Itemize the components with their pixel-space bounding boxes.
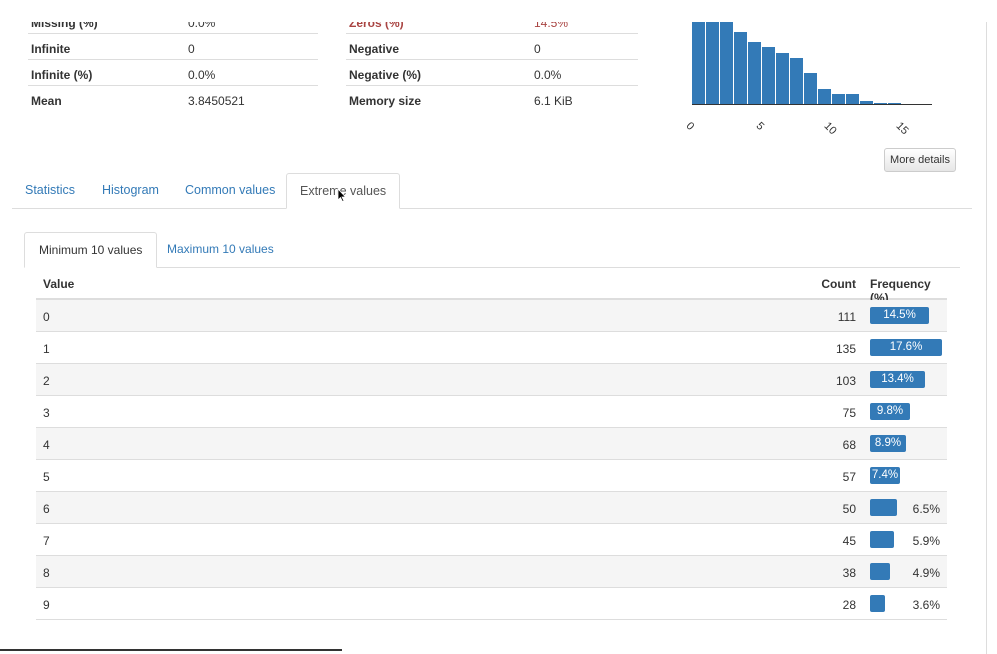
- frequency-label: 4.9%: [912, 566, 940, 580]
- row-value: 7: [43, 534, 50, 548]
- row-value: 6: [43, 502, 50, 516]
- frequency-bar: [870, 563, 890, 580]
- mini-histogram: [692, 22, 932, 104]
- table-row: 6 50 6.5%: [36, 492, 947, 524]
- frequency-bar: 9.8%: [870, 403, 910, 420]
- table-row: 7 45 5.9%: [36, 524, 947, 556]
- detail-tabs: Statistics Histogram Common values Extre…: [12, 173, 972, 209]
- stat-value: 0: [188, 42, 195, 56]
- frequency-label: 5.9%: [912, 534, 940, 548]
- table-row: 1 135 17.6%: [36, 332, 947, 364]
- histogram-tick-label: 5: [753, 120, 767, 133]
- frequency-label: 3.6%: [912, 598, 940, 612]
- row-count: 38: [842, 566, 856, 580]
- table-row: 5 57 7.4%: [36, 460, 947, 492]
- row-count: 103: [835, 374, 856, 388]
- table-row: 3 75 9.8%: [36, 396, 947, 428]
- table-row: 0 111 14.5%: [36, 300, 947, 332]
- row-count: 45: [842, 534, 856, 548]
- stat-row-negative-pct: Negative (%) 0.0%: [346, 60, 638, 86]
- frequency-bar: [870, 499, 897, 516]
- stat-row-negative: Negative 0: [346, 34, 638, 60]
- row-count: 57: [842, 470, 856, 484]
- row-value: 4: [43, 438, 50, 452]
- frequency-bar: [870, 595, 885, 612]
- row-count: 50: [842, 502, 856, 516]
- row-value: 2: [43, 374, 50, 388]
- table-header: Value Count Frequency (%): [36, 267, 947, 305]
- frequency-bar: 14.5%: [870, 307, 929, 324]
- header-count: Count: [821, 277, 856, 291]
- row-count: 111: [837, 310, 856, 324]
- row-count: 68: [842, 438, 856, 452]
- stat-row-mean: Mean 3.8450521: [28, 86, 318, 111]
- table-row: 9 28 3.6%: [36, 588, 947, 620]
- row-count: 75: [842, 406, 856, 420]
- table-row: 8 38 4.9%: [36, 556, 947, 588]
- histogram-bar: [790, 58, 803, 104]
- row-value: 5: [43, 470, 50, 484]
- row-value: 9: [43, 598, 50, 612]
- histogram-bar: [776, 53, 789, 104]
- histogram-bar: [846, 94, 859, 104]
- histogram-tick-label: 0: [683, 120, 697, 133]
- stat-label: Memory size: [349, 94, 422, 108]
- frequency-bar: [870, 531, 894, 548]
- histogram-bar: [748, 41, 761, 104]
- extreme-values-table: Value Count Frequency (%) 0 111 14.5% 1 135 1…: [36, 267, 947, 620]
- stat-label: Mean: [31, 94, 62, 108]
- bottom-divider: [0, 649, 342, 651]
- right-border: [986, 22, 987, 654]
- histogram-bar: [734, 31, 747, 104]
- histogram-bar: [804, 72, 817, 104]
- tab-histogram[interactable]: Histogram: [89, 173, 172, 208]
- stat-label: Negative (%): [349, 68, 422, 82]
- histogram-bar: [832, 94, 845, 104]
- frequency-bar: 13.4%: [870, 371, 925, 388]
- histogram-bar: [762, 47, 775, 104]
- row-value: 0: [43, 310, 50, 324]
- stat-row-memory-size: Memory size 6.1 KiB: [346, 86, 638, 111]
- stat-value: 3.8450521: [188, 94, 245, 108]
- more-details-button[interactable]: More details: [884, 148, 956, 172]
- frequency-label: 6.5%: [912, 502, 940, 516]
- stat-row-infinite-pct: Infinite (%) 0.0%: [28, 60, 318, 86]
- stat-value: 0.0%: [534, 68, 562, 82]
- extreme-values-subtabs: Minimum 10 values Maximum 10 values: [24, 232, 960, 268]
- row-value: 1: [43, 342, 50, 356]
- frequency-bar: 17.6%: [870, 339, 942, 356]
- histogram-bar: [706, 22, 719, 104]
- stat-label: Infinite: [31, 42, 71, 56]
- stat-value: 0.0%: [188, 68, 216, 82]
- row-value: 3: [43, 406, 50, 420]
- subtab-minimum-10-values[interactable]: Minimum 10 values: [24, 232, 158, 268]
- row-value: 8: [43, 566, 50, 580]
- frequency-bar: 8.9%: [870, 435, 906, 452]
- histogram-bar: [818, 89, 831, 104]
- histogram-bar: [692, 22, 705, 104]
- row-count: 28: [842, 598, 856, 612]
- histogram-tick-label: 10: [821, 120, 839, 138]
- top-cutoff: [0, 0, 997, 22]
- frequency-bar: 7.4%: [870, 467, 900, 484]
- stat-value: 6.1 KiB: [534, 94, 573, 108]
- stats-table-right: Zeros (%) 14.5% Negative 0 Negative (%) …: [346, 8, 638, 111]
- table-row: 2 103 13.4%: [36, 364, 947, 396]
- tab-common-values[interactable]: Common values: [172, 173, 288, 208]
- histogram-x-axis: [692, 104, 932, 105]
- histogram-tick-label: 15: [893, 120, 911, 138]
- header-value: Value: [43, 277, 75, 291]
- row-count: 135: [835, 342, 856, 356]
- stat-row-infinite: Infinite 0: [28, 34, 318, 60]
- mouse-cursor-icon: [337, 188, 347, 202]
- stat-label: Negative: [349, 42, 400, 56]
- stat-label: Infinite (%): [31, 68, 93, 82]
- stats-table-left: Missing (%) 0.0% Infinite 0 Infinite (%)…: [28, 8, 318, 111]
- subtab-maximum-10-values[interactable]: Maximum 10 values: [153, 232, 288, 267]
- tab-statistics[interactable]: Statistics: [12, 173, 88, 208]
- stat-value: 0: [534, 42, 541, 56]
- table-row: 4 68 8.9%: [36, 428, 947, 460]
- histogram-bar: [720, 22, 733, 104]
